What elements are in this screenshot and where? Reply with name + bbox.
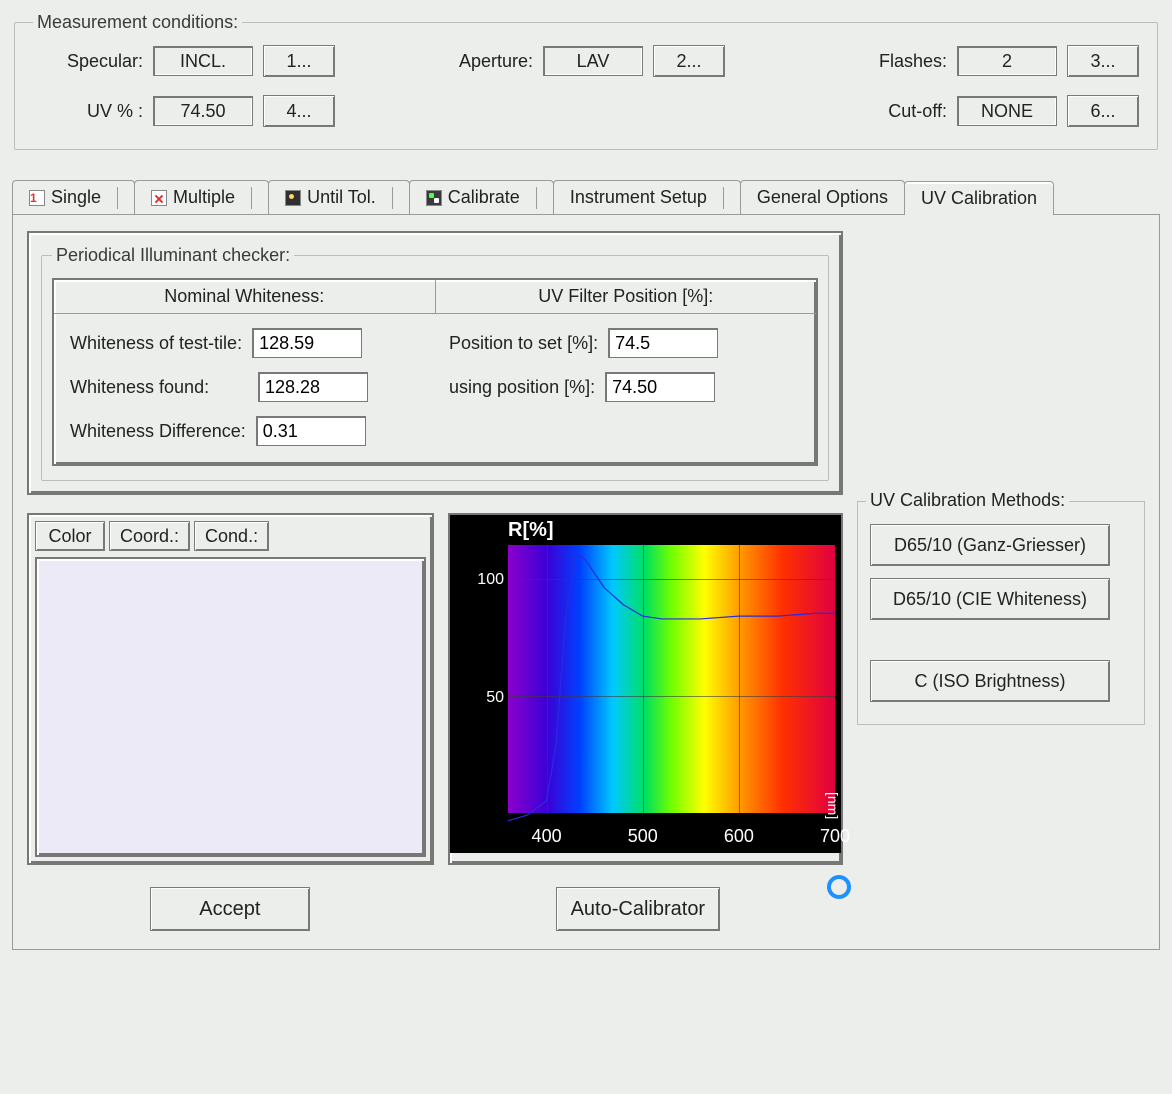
whiteness-diff-label: Whiteness Difference:	[70, 421, 246, 442]
uv-percent-value: 74.50	[153, 96, 253, 126]
main-tabstrip: 1 Single Multiple Until Tol. Calibrate I…	[12, 180, 1160, 214]
uv-percent-label: UV % :	[33, 101, 143, 122]
accept-button[interactable]: Accept	[150, 887, 310, 931]
tab-uv-calibration-label: UV Calibration	[921, 188, 1037, 209]
tab-uv-calibration[interactable]: UV Calibration	[904, 181, 1054, 215]
specular-edit-button[interactable]: 1...	[263, 45, 335, 77]
calibrate-icon	[426, 190, 442, 206]
aperture-edit-button[interactable]: 2...	[653, 45, 725, 77]
mini-tab-coord[interactable]: Coord.:	[109, 521, 190, 551]
position-using-label: using position [%]:	[449, 377, 595, 398]
flashes-edit-button[interactable]: 3...	[1067, 45, 1139, 77]
uv-percent-edit-button[interactable]: 4...	[263, 95, 335, 127]
reflectance-chart: R[%] 50 100 [nm]	[450, 515, 841, 853]
tab-general-options-label: General Options	[757, 187, 888, 208]
position-using-input[interactable]	[605, 372, 715, 402]
illuminant-checker-panel: Periodical Illuminant checker: Nominal W…	[27, 231, 843, 495]
tab-single-label: Single	[51, 187, 101, 208]
tab-calibrate[interactable]: Calibrate	[409, 180, 554, 214]
uv-calibration-panel: Periodical Illuminant checker: Nominal W…	[12, 214, 1160, 950]
chart-xtick-400: 400	[532, 826, 562, 847]
chart-plot-area	[508, 545, 835, 813]
tab-instrument-setup-label: Instrument Setup	[570, 187, 707, 208]
uv-methods-group: UV Calibration Methods: D65/10 (Ganz-Gri…	[857, 501, 1145, 725]
whiteness-tile-label: Whiteness of test-tile:	[70, 333, 242, 354]
chart-ytick-100: 100	[477, 571, 504, 589]
tab-calibrate-label: Calibrate	[448, 187, 520, 208]
single-icon: 1	[29, 190, 45, 206]
measurement-conditions-group: Measurement conditions: Specular: INCL. …	[14, 12, 1158, 150]
cursor-ring-icon	[827, 875, 851, 899]
multiple-icon	[151, 190, 167, 206]
cutoff-value: NONE	[957, 96, 1057, 126]
method-cie-whiteness[interactable]: D65/10 (CIE Whiteness)	[870, 578, 1110, 620]
nominal-whiteness-header: Nominal Whiteness:	[54, 280, 436, 313]
tab-multiple[interactable]: Multiple	[134, 180, 269, 214]
color-preview-pane: Color Coord.: Cond.:	[27, 513, 434, 865]
tab-instrument-setup[interactable]: Instrument Setup	[553, 180, 741, 214]
position-set-input[interactable]	[608, 328, 718, 358]
aperture-value: LAV	[543, 46, 643, 76]
specular-value: INCL.	[153, 46, 253, 76]
tab-until-tol[interactable]: Until Tol.	[268, 180, 410, 214]
tab-multiple-label: Multiple	[173, 187, 235, 208]
measurement-conditions-title: Measurement conditions:	[33, 12, 242, 33]
illuminant-checker-title: Periodical Illuminant checker:	[52, 245, 294, 266]
whiteness-tile-input[interactable]	[252, 328, 362, 358]
aperture-label: Aperture:	[423, 51, 533, 72]
mini-tab-cond[interactable]: Cond.:	[194, 521, 269, 551]
tab-single[interactable]: 1 Single	[12, 180, 135, 214]
uv-filter-position-header: UV Filter Position [%]:	[436, 280, 817, 313]
whiteness-found-input[interactable]	[258, 372, 368, 402]
chart-xtick-700: 700	[820, 826, 850, 847]
tab-general-options[interactable]: General Options	[740, 180, 905, 214]
mini-tab-color[interactable]: Color	[35, 521, 105, 551]
checker-header-row: Nominal Whiteness: UV Filter Position [%…	[54, 280, 816, 314]
whiteness-diff-input[interactable]	[256, 416, 366, 446]
chart-y-title: R[%]	[508, 519, 554, 542]
whiteness-found-label: Whiteness found:	[70, 377, 248, 398]
method-iso-brightness[interactable]: C (ISO Brightness)	[870, 660, 1110, 702]
chart-xtick-500: 500	[628, 826, 658, 847]
spectrum-chart-pane: R[%] 50 100 [nm]	[448, 513, 843, 865]
flashes-value: 2	[957, 46, 1057, 76]
chart-ytick-50: 50	[486, 689, 504, 707]
cutoff-label: Cut-off:	[837, 101, 947, 122]
chart-x-unit: [nm]	[825, 792, 841, 819]
auto-calibrator-button[interactable]: Auto-Calibrator	[556, 887, 721, 931]
tab-until-tol-label: Until Tol.	[307, 187, 376, 208]
uv-methods-title: UV Calibration Methods:	[866, 490, 1069, 511]
flashes-label: Flashes:	[837, 51, 947, 72]
chart-xtick-600: 600	[724, 826, 754, 847]
color-swatch	[35, 557, 426, 857]
method-ganz-griesser[interactable]: D65/10 (Ganz-Griesser)	[870, 524, 1110, 566]
until-tol-icon	[285, 190, 301, 206]
cutoff-edit-button[interactable]: 6...	[1067, 95, 1139, 127]
specular-label: Specular:	[33, 51, 143, 72]
position-set-label: Position to set [%]:	[449, 333, 598, 354]
